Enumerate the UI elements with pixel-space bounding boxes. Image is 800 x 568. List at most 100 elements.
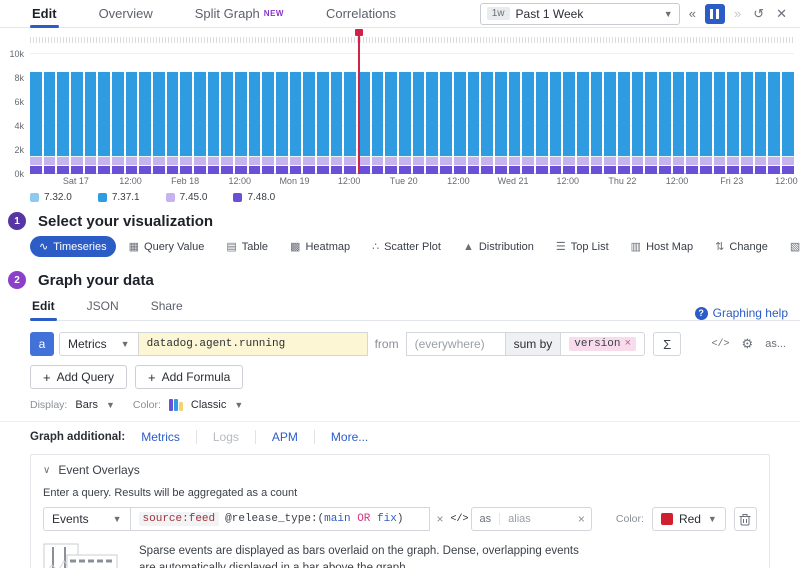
stacked-bar[interactable] xyxy=(782,54,794,174)
stacked-bar[interactable] xyxy=(331,54,343,174)
stacked-bar[interactable] xyxy=(235,54,247,174)
stacked-bar[interactable] xyxy=(591,54,603,174)
stacked-bar[interactable] xyxy=(577,54,589,174)
stacked-bar[interactable] xyxy=(71,54,83,174)
stacked-bar[interactable] xyxy=(358,54,370,174)
stacked-bar[interactable] xyxy=(509,54,521,174)
alias-input-group[interactable]: as alias × xyxy=(471,507,592,531)
event-query-input[interactable]: source:feed @release_type:(main OR fix) xyxy=(130,507,430,531)
stacked-bar[interactable] xyxy=(714,54,726,174)
stacked-bar[interactable] xyxy=(126,54,138,174)
stacked-bar[interactable] xyxy=(139,54,151,174)
query-letter-badge[interactable]: a xyxy=(30,332,54,356)
query-token[interactable]: source:feed xyxy=(139,512,220,526)
close-icon[interactable]: ✕ xyxy=(773,4,790,24)
refresh-icon[interactable]: ↺ xyxy=(750,4,767,24)
metric-name-input[interactable]: datadog.agent.running xyxy=(138,332,368,356)
stacked-bar[interactable] xyxy=(112,54,124,174)
event-source-select[interactable]: Events▼ xyxy=(43,507,131,531)
gear-icon[interactable]: ⚙ xyxy=(742,336,754,352)
stacked-bar[interactable] xyxy=(536,54,548,174)
delete-overlay-button[interactable] xyxy=(734,507,757,531)
stacked-bar[interactable] xyxy=(481,54,493,174)
stacked-bar[interactable] xyxy=(344,54,356,174)
viz-button-scatter-plot[interactable]: ∴Scatter Plot xyxy=(363,236,450,257)
viz-button-geomap[interactable]: ▧Geomap xyxy=(781,236,800,257)
clear-alias-icon[interactable]: × xyxy=(572,512,591,526)
legend-item[interactable]: 7.48.0 xyxy=(233,192,275,203)
code-view-icon[interactable]: </> xyxy=(451,514,469,525)
tab-overview[interactable]: Overview xyxy=(97,0,155,27)
tab-editor-edit[interactable]: Edit xyxy=(30,295,57,320)
scrub-backward-icon[interactable]: « xyxy=(686,4,699,23)
tab-editor-share[interactable]: Share xyxy=(149,295,185,320)
viz-button-timeseries[interactable]: ∿Timeseries xyxy=(30,236,116,257)
legend-item[interactable]: 7.37.1 xyxy=(98,192,140,203)
stacked-bar[interactable] xyxy=(440,54,452,174)
event-overlays-header[interactable]: ∨ Event Overlays xyxy=(31,455,769,485)
stacked-bar[interactable] xyxy=(399,54,411,174)
stacked-bar[interactable] xyxy=(262,54,274,174)
stacked-bar[interactable] xyxy=(276,54,288,174)
stacked-bar[interactable] xyxy=(385,54,397,174)
stacked-bar[interactable] xyxy=(167,54,179,174)
stacked-bar[interactable] xyxy=(700,54,712,174)
stacked-bar[interactable] xyxy=(659,54,671,174)
legend-item[interactable]: 7.32.0 xyxy=(30,192,72,203)
color-palette-select[interactable]: Classic▼ xyxy=(169,399,243,411)
as-alias-link[interactable]: as... xyxy=(765,338,786,350)
tab-split-graph[interactable]: Split GraphNEW xyxy=(193,0,286,27)
event-marker[interactable] xyxy=(355,29,363,36)
stacked-bar[interactable] xyxy=(563,54,575,174)
graph-additional-link-metrics[interactable]: Metrics xyxy=(141,430,196,444)
stacked-bar[interactable] xyxy=(208,54,220,174)
stacked-bar[interactable] xyxy=(180,54,192,174)
plot-area[interactable] xyxy=(30,54,794,174)
stacked-bar[interactable] xyxy=(645,54,657,174)
stacked-bar[interactable] xyxy=(194,54,206,174)
timeseries-chart[interactable]: 0k2k4k6k8k10k Sat 1712:00Feb 1812:00Mon … xyxy=(0,28,800,188)
graph-additional-link-apm[interactable]: APM xyxy=(255,430,314,444)
stacked-bar[interactable] xyxy=(290,54,302,174)
time-range-picker[interactable]: 1w Past 1 Week ▼ xyxy=(480,3,680,25)
stacked-bar[interactable] xyxy=(153,54,165,174)
tab-edit[interactable]: Edit xyxy=(30,0,59,27)
scrub-forward-icon[interactable]: » xyxy=(731,4,744,23)
add-query-button[interactable]: +Add Query xyxy=(30,365,127,389)
stacked-bar[interactable] xyxy=(550,54,562,174)
stacked-bar[interactable] xyxy=(468,54,480,174)
stacked-bar[interactable] xyxy=(604,54,616,174)
legend-item[interactable]: 7.45.0 xyxy=(166,192,208,203)
stacked-bar[interactable] xyxy=(768,54,780,174)
stacked-bar[interactable] xyxy=(618,54,630,174)
stacked-bar[interactable] xyxy=(249,54,261,174)
stacked-bar[interactable] xyxy=(673,54,685,174)
display-type-select[interactable]: Bars▼ xyxy=(75,399,115,411)
stacked-bar[interactable] xyxy=(221,54,233,174)
viz-button-query-value[interactable]: ▦Query Value xyxy=(120,236,214,257)
data-source-select[interactable]: Metrics▼ xyxy=(59,332,139,356)
stacked-bar[interactable] xyxy=(303,54,315,174)
event-color-select[interactable]: Red ▼ xyxy=(652,507,726,531)
stacked-bar[interactable] xyxy=(372,54,384,174)
alias-input[interactable]: alias xyxy=(500,513,572,525)
stacked-bar[interactable] xyxy=(98,54,110,174)
viz-button-distribution[interactable]: ▲Distribution xyxy=(454,237,543,257)
stacked-bar[interactable] xyxy=(495,54,507,174)
remove-tag-icon[interactable]: × xyxy=(625,338,632,350)
tab-editor-json[interactable]: JSON xyxy=(85,295,121,320)
stacked-bar[interactable] xyxy=(727,54,739,174)
stacked-bar[interactable] xyxy=(741,54,753,174)
graphing-help-link[interactable]: ? Graphing help xyxy=(695,306,788,320)
group-by-tag[interactable]: version× xyxy=(569,337,636,351)
graph-additional-link-more[interactable]: More... xyxy=(314,430,384,444)
pause-button[interactable] xyxy=(705,4,725,24)
stacked-bar[interactable] xyxy=(413,54,425,174)
stacked-bar[interactable] xyxy=(522,54,534,174)
stacked-bar[interactable] xyxy=(755,54,767,174)
stacked-bar[interactable] xyxy=(454,54,466,174)
viz-button-table[interactable]: ▤Table xyxy=(217,236,277,257)
stacked-bar[interactable] xyxy=(44,54,56,174)
stacked-bar[interactable] xyxy=(686,54,698,174)
stacked-bar[interactable] xyxy=(426,54,438,174)
